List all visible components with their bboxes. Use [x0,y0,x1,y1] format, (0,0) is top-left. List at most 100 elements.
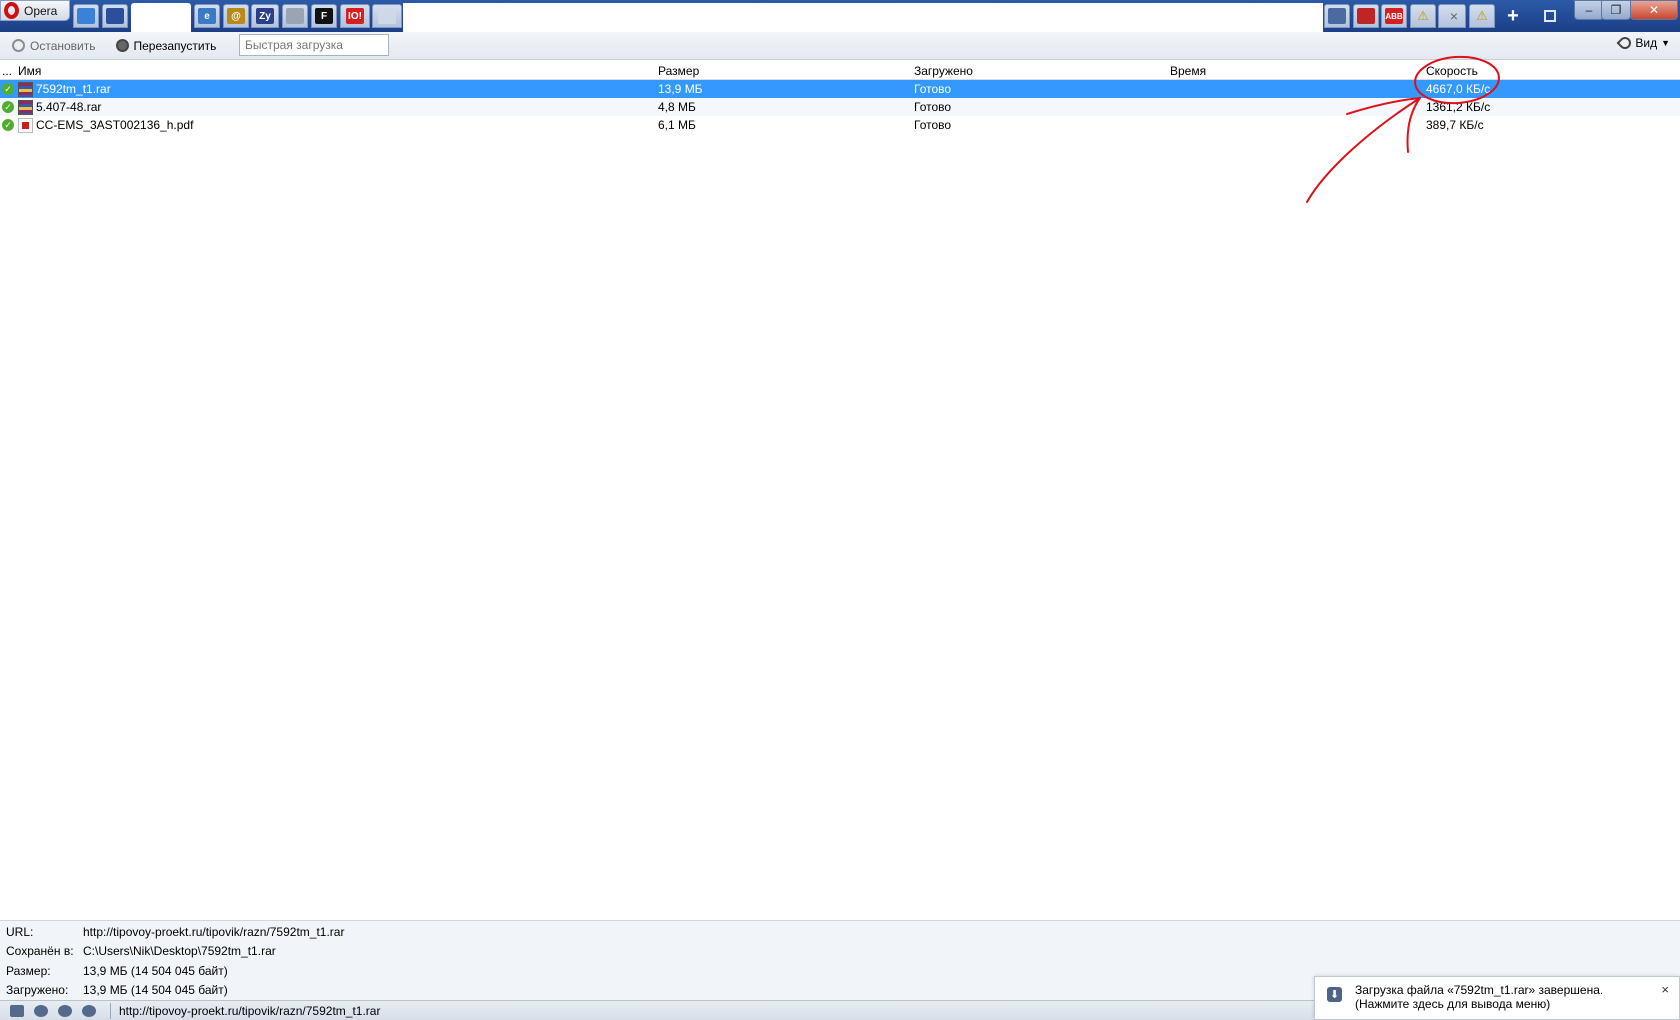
pdf-file-icon [18,117,33,133]
browser-tab[interactable]: IO! [340,4,370,28]
stop-button[interactable]: Остановить [12,39,96,53]
download-arrow-icon: ⬇ [1327,987,1342,1002]
notification-close-button[interactable]: × [1661,983,1669,997]
view-label: Вид [1635,36,1658,50]
blank-tab-icon [378,8,396,24]
view-menu-button[interactable]: Вид ▼ [1616,34,1670,52]
complete-check-icon: ✓ [2,83,14,95]
browser-tab[interactable] [102,4,128,28]
downloads-tab-close[interactable]: × [1438,4,1466,28]
new-tab-button[interactable]: + [1500,4,1526,28]
io-site-icon: IO! [346,8,364,24]
browser-tab[interactable] [73,4,99,28]
column-header-speed[interactable]: Скорость [1426,64,1676,78]
stop-label: Остановить [30,38,96,53]
browser-tab[interactable]: ABB [1381,4,1407,28]
rar-archive-icon [18,81,33,97]
download-row[interactable]: ✓ CC-EMS_3AST002136_h.pdf 6,1 МБ Готово 389,… [0,116,1680,134]
browser-tab[interactable]: ⚠ [1410,4,1436,28]
column-header-loaded[interactable]: Загружено [914,64,1170,78]
download-complete-notification[interactable]: ⬇ Загрузка файла «7592tm_t1.rar» заверше… [1314,976,1680,1020]
close-window-button[interactable]: ✕ [1630,0,1678,20]
file-size-cell: 6,1 МБ [658,118,696,132]
speed-cell: 389,7 КБ/с [1426,118,1484,132]
file-name: CC-EMS_3AST002136_h.pdf [36,118,194,132]
globe-grid-icon [106,8,124,24]
cloud-icon[interactable] [34,1004,48,1017]
file-name-cell: 5.407-48.rar [18,99,658,115]
loaded-status-cell: Готово [914,100,952,114]
column-header-size[interactable]: Размер [658,64,914,78]
share-icon[interactable] [58,1004,72,1017]
browser-tab[interactable] [372,4,402,28]
notification-line2: (Нажмите здесь для вывода меню) [1355,997,1551,1011]
browser-tab[interactable] [282,4,308,28]
loaded-status-cell: Готово [914,82,952,96]
minimize-button[interactable]: – [1574,0,1604,20]
browser-tab[interactable]: e [194,4,220,28]
detail-loaded-value: 13,9 МБ (14 504 045 байт) [83,983,228,997]
table-header: ... Имя Размер Загружено Время Скорость [0,63,1680,80]
file-name-cell: 7592tm_t1.rar [18,81,658,97]
row-status-cell: ✓ [0,119,20,131]
downloads-table: ... Имя Размер Загружено Время Скорость … [0,63,1680,134]
water-drop-icon [77,8,95,24]
detail-saved-value[interactable]: C:\Users\Nik\Desktop\7592tm_t1.rar [83,944,276,958]
file-name: 7592tm_t1.rar [36,82,111,96]
column-header-time[interactable]: Время [1170,64,1426,78]
warning-icon: ⚠ [1417,8,1429,23]
opera-menu-label: Opera [24,3,58,18]
column-menu-header[interactable]: ... [0,64,20,78]
browser-tab[interactable] [131,3,191,32]
row-status-cell: ✓ [0,101,20,113]
detail-size-label: Размер: [6,964,51,978]
panel-toggle-icon[interactable] [10,1004,24,1017]
column-header-name[interactable]: Имя [18,64,658,78]
zy-site-icon: Zy [256,8,274,24]
tab-bar: Opera e @ Zy F IO! ABB ⚠ ⚠ × + – ❐ ✕ [0,0,1680,32]
file-size-cell: 13,9 МБ [658,82,703,96]
detail-size: Размер: 13,9 МБ (14 504 045 байт) [6,964,228,978]
opera-menu-button[interactable]: Opera [0,0,70,21]
detail-url-value[interactable]: http://tipovoy-proekt.ru/tipovik/razn/75… [83,925,344,939]
status-separator [110,1002,111,1019]
tab-strip-empty [403,3,1323,32]
maximize-button[interactable]: ❐ [1601,0,1631,20]
browser-tab[interactable]: Zy [251,4,279,28]
browser-tab[interactable]: @ [223,4,249,28]
close-icon[interactable]: × [1450,8,1458,24]
warning-icon: ⚠ [1476,8,1488,23]
red-annotation-overlay [1306,55,1500,203]
detail-url-label: URL: [6,925,34,939]
browser-tab[interactable]: F [311,4,337,28]
download-row[interactable]: ✓ 5.407-48.rar 4,8 МБ Готово 1361,2 КБ/с [0,98,1680,116]
ie-window-icon: e [198,8,216,24]
rar-archive-icon [18,99,33,115]
detail-url: URL: http://tipovoy-proekt.ru/tipovik/ra… [6,925,344,939]
restart-button[interactable]: Перезапустить [115,38,217,53]
abb-icon: ABB [1385,8,1403,24]
detail-loaded-label: Загружено: [6,983,69,997]
restart-label: Перезапустить [133,38,217,53]
complete-check-icon: ✓ [2,101,14,113]
browser-tab[interactable] [1324,4,1350,28]
download-row[interactable]: ✓ 7592tm_t1.rar 13,9 МБ Готово 4667,0 КБ/с [0,80,1680,98]
restart-icon [115,39,129,52]
browser-tab[interactable] [1353,4,1379,28]
minimize-icon: – [1585,3,1593,17]
opera-logo-icon [4,2,19,19]
trash-tabs-button[interactable] [1537,4,1563,28]
downloads-icon [1328,8,1346,24]
status-url: http://tipovoy-proekt.ru/tipovik/razn/75… [119,1003,381,1018]
complete-check-icon: ✓ [2,119,14,131]
speed-cell: 1361,2 КБ/с [1426,100,1491,114]
quick-download-input[interactable] [239,34,389,56]
browser-tab[interactable]: ⚠ [1469,4,1495,28]
speed-dial-icon[interactable] [82,1004,96,1017]
trash-icon [1544,10,1556,22]
plus-icon: + [1507,4,1519,27]
close-window-icon: ✕ [1648,3,1660,17]
plane-icon [1357,8,1375,24]
chevron-down-icon: ▼ [1661,38,1670,48]
f-site-icon: F [315,8,333,24]
